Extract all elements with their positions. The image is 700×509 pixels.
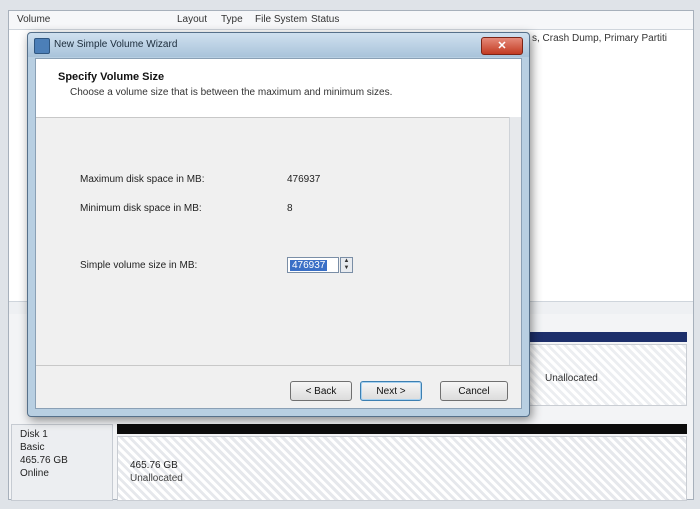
disk1-size: 465.76 GB	[20, 455, 68, 466]
dialog-client-area: Specify Volume Size Choose a volume size…	[35, 58, 522, 409]
column-volume[interactable]: Volume	[17, 14, 50, 25]
disk0-partition-label: Unallocated	[545, 373, 598, 384]
max-space-label: Maximum disk space in MB:	[80, 174, 205, 185]
disk1-status: Online	[20, 468, 49, 479]
column-layout[interactable]: Layout	[177, 14, 207, 25]
disk1-name: Disk 1	[20, 429, 48, 440]
max-space-value: 476937	[287, 174, 321, 185]
disk1-partition-label: Unallocated	[130, 473, 183, 484]
wizard-step-subtitle: Choose a volume size that is between the…	[70, 87, 393, 98]
volume-status-text: s, Crash Dump, Primary Partiti	[532, 33, 668, 44]
volume-size-stepper[interactable]: ▲ ▼	[340, 257, 353, 273]
disk0-unallocated-partition[interactable]: Unallocated	[524, 344, 687, 406]
disk1-partition-header	[117, 424, 687, 434]
next-button[interactable]: Next >	[360, 381, 422, 401]
disk1-unallocated-partition[interactable]: 465.76 GB Unallocated	[117, 436, 687, 501]
min-space-label: Minimum disk space in MB:	[80, 203, 202, 214]
close-button[interactable]: ✕	[481, 37, 523, 55]
spin-up-icon[interactable]: ▲	[341, 258, 352, 265]
footer-separator	[36, 365, 521, 366]
column-status[interactable]: Status	[311, 14, 339, 25]
cancel-button[interactable]: Cancel	[440, 381, 508, 401]
column-type[interactable]: Type	[221, 14, 243, 25]
dialog-titlebar[interactable]: New Simple Volume Wizard ✕	[28, 33, 529, 57]
disk1-info-panel[interactable]: Disk 1 Basic 465.76 GB Online	[11, 424, 113, 501]
volume-list-header: Volume Layout Type File System Status	[9, 11, 693, 30]
volume-size-value: 476937	[290, 260, 328, 271]
column-file-system[interactable]: File System	[255, 14, 307, 25]
wizard-header: Specify Volume Size Choose a volume size…	[36, 59, 521, 118]
disk1-partition-size: 465.76 GB	[130, 460, 178, 471]
dialog-title: New Simple Volume Wizard	[54, 39, 178, 50]
volume-size-input[interactable]: 476937	[287, 257, 339, 273]
min-space-value: 8	[287, 203, 293, 214]
volume-size-label: Simple volume size in MB:	[80, 260, 198, 271]
spin-down-icon[interactable]: ▼	[341, 265, 352, 272]
back-button[interactable]: < Back	[290, 381, 352, 401]
vertical-scrollbar[interactable]	[509, 117, 521, 366]
disk0-partition-header	[524, 332, 687, 342]
wizard-icon	[34, 38, 50, 54]
disk1-type: Basic	[20, 442, 45, 453]
wizard-step-title: Specify Volume Size	[58, 71, 165, 83]
new-simple-volume-wizard: New Simple Volume Wizard ✕ Specify Volum…	[27, 32, 530, 417]
close-icon: ✕	[497, 40, 507, 52]
